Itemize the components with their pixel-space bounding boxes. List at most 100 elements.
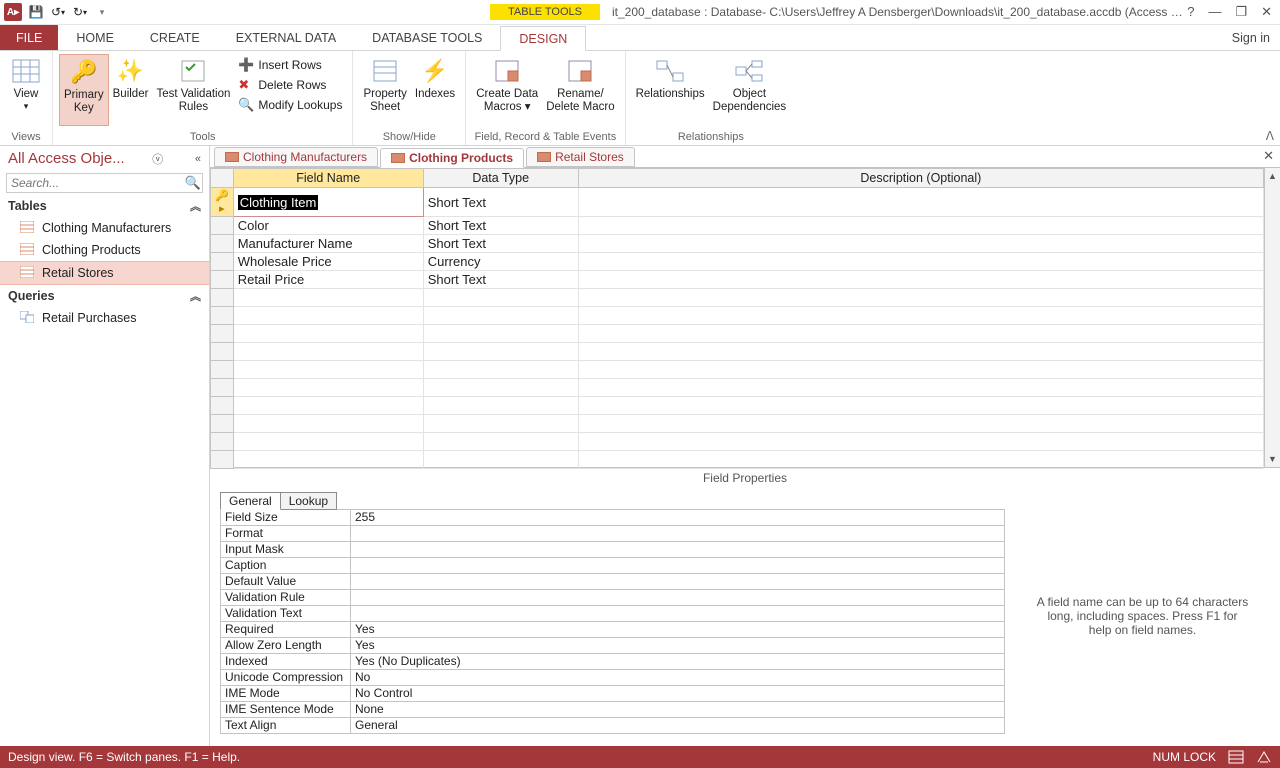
doctab-retail-stores[interactable]: Retail Stores [526, 147, 635, 167]
data-type-cell[interactable]: Short Text [423, 188, 578, 217]
field-name-cell[interactable] [233, 343, 423, 361]
rename-delete-macro-button[interactable]: Rename/ Delete Macro [542, 54, 618, 126]
row-selector[interactable] [211, 379, 234, 397]
data-type-cell[interactable]: Currency [423, 253, 578, 271]
property-name[interactable]: Text Align [221, 718, 351, 734]
restore-icon[interactable]: ❐ [1235, 4, 1247, 20]
data-type-cell[interactable] [423, 451, 578, 469]
property-name[interactable]: Caption [221, 558, 351, 574]
property-name[interactable]: Field Size [221, 510, 351, 526]
vertical-scrollbar[interactable]: ▲ ▼ [1264, 168, 1280, 467]
property-value[interactable]: 255 [351, 510, 1005, 526]
test-validation-button[interactable]: Test Validation Rules [152, 54, 234, 126]
property-sheet-button[interactable]: Property Sheet [359, 54, 410, 126]
minimize-icon[interactable]: — [1208, 4, 1221, 20]
col-header-field-name[interactable]: Field Name [233, 169, 423, 188]
row-selector[interactable] [211, 235, 234, 253]
description-cell[interactable] [578, 415, 1263, 433]
description-cell[interactable] [578, 307, 1263, 325]
scroll-down-icon[interactable]: ▼ [1265, 451, 1280, 467]
property-name[interactable]: Indexed [221, 654, 351, 670]
data-type-cell[interactable] [423, 397, 578, 415]
tab-database-tools[interactable]: DATABASE TOOLS [354, 25, 500, 50]
field-name-cell[interactable] [233, 289, 423, 307]
col-header-data-type[interactable]: Data Type [423, 169, 578, 188]
nav-item-retail-stores[interactable]: Retail Stores [0, 261, 209, 285]
field-name-cell[interactable]: Color [233, 217, 423, 235]
description-cell[interactable] [578, 235, 1263, 253]
delete-rows-button[interactable]: ✖Delete Rows [234, 76, 346, 94]
field-name-cell[interactable] [233, 361, 423, 379]
row-selector[interactable] [211, 271, 234, 289]
property-value[interactable] [351, 526, 1005, 542]
row-selector[interactable] [211, 397, 234, 415]
data-type-cell[interactable] [423, 379, 578, 397]
indexes-button[interactable]: ⚡ Indexes [411, 54, 459, 126]
data-type-cell[interactable] [423, 343, 578, 361]
nav-search[interactable]: 🔍 [6, 173, 203, 193]
row-selector[interactable] [211, 217, 234, 235]
description-cell[interactable] [578, 271, 1263, 289]
close-tab-icon[interactable]: ✕ [1263, 148, 1274, 164]
nav-dropdown-icon[interactable]: ⓥ [152, 151, 163, 167]
save-icon[interactable]: 💾 [28, 4, 44, 20]
row-selector[interactable] [211, 289, 234, 307]
description-cell[interactable] [578, 361, 1263, 379]
field-name-cell[interactable]: Wholesale Price [233, 253, 423, 271]
doctab-clothing-products[interactable]: Clothing Products [380, 148, 524, 168]
design-grid[interactable]: Field Name Data Type Description (Option… [210, 168, 1264, 467]
row-selector[interactable] [211, 361, 234, 379]
field-name-cell[interactable] [233, 307, 423, 325]
create-data-macros-button[interactable]: Create Data Macros ▾ [472, 54, 542, 126]
nav-title[interactable]: All Access Obje... ⓥ « [0, 146, 209, 171]
field-name-cell[interactable] [233, 397, 423, 415]
description-cell[interactable] [578, 433, 1263, 451]
nav-section-tables[interactable]: Tables︽ [0, 195, 209, 217]
field-name-cell[interactable] [233, 325, 423, 343]
field-name-cell[interactable]: Retail Price [233, 271, 423, 289]
scroll-up-icon[interactable]: ▲ [1265, 168, 1280, 184]
description-cell[interactable] [578, 217, 1263, 235]
property-name[interactable]: Default Value [221, 574, 351, 590]
data-type-cell[interactable]: Short Text [423, 271, 578, 289]
property-name[interactable]: IME Sentence Mode [221, 702, 351, 718]
nav-item-clothing-products[interactable]: Clothing Products [0, 239, 209, 261]
data-type-cell[interactable]: Short Text [423, 217, 578, 235]
property-value[interactable] [351, 558, 1005, 574]
doctab-clothing-manufacturers[interactable]: Clothing Manufacturers [214, 147, 378, 167]
redo-icon[interactable]: ↻▾ [72, 4, 88, 20]
field-name-cell[interactable] [233, 433, 423, 451]
field-name-cell[interactable] [233, 415, 423, 433]
description-cell[interactable] [578, 343, 1263, 361]
field-name-cell[interactable] [233, 379, 423, 397]
data-type-cell[interactable]: Short Text [423, 235, 578, 253]
view-button[interactable]: View ▾ [6, 54, 46, 126]
property-value[interactable] [351, 574, 1005, 590]
nav-item-clothing-manufacturers[interactable]: Clothing Manufacturers [0, 217, 209, 239]
primary-key-button[interactable]: 🔑 Primary Key [59, 54, 109, 126]
modify-lookups-button[interactable]: 🔍Modify Lookups [234, 96, 346, 114]
collapse-section-icon[interactable]: ︽ [190, 288, 201, 304]
nav-item-retail-purchases[interactable]: Retail Purchases [0, 307, 209, 329]
field-name-cell[interactable] [233, 451, 423, 469]
tab-create[interactable]: CREATE [132, 25, 218, 50]
row-selector[interactable] [211, 325, 234, 343]
description-cell[interactable] [578, 451, 1263, 469]
description-cell[interactable] [578, 325, 1263, 343]
row-selector[interactable] [211, 253, 234, 271]
property-name[interactable]: Input Mask [221, 542, 351, 558]
undo-icon[interactable]: ↺▾ [50, 4, 66, 20]
tab-external-data[interactable]: EXTERNAL DATA [218, 25, 354, 50]
property-name[interactable]: Unicode Compression [221, 670, 351, 686]
property-value[interactable]: Yes [351, 638, 1005, 654]
properties-grid[interactable]: Field Size255FormatInput MaskCaptionDefa… [220, 509, 1005, 734]
property-value[interactable]: None [351, 702, 1005, 718]
row-selector[interactable] [211, 451, 234, 469]
builder-button[interactable]: ✨ Builder [109, 54, 153, 126]
row-selector[interactable] [211, 415, 234, 433]
data-type-cell[interactable] [423, 415, 578, 433]
row-selector-pk[interactable]: 🔑▸ [211, 188, 234, 217]
qat-customize-icon[interactable]: ▾ [94, 4, 110, 20]
property-value[interactable]: Yes (No Duplicates) [351, 654, 1005, 670]
nav-section-queries[interactable]: Queries︽ [0, 285, 209, 307]
